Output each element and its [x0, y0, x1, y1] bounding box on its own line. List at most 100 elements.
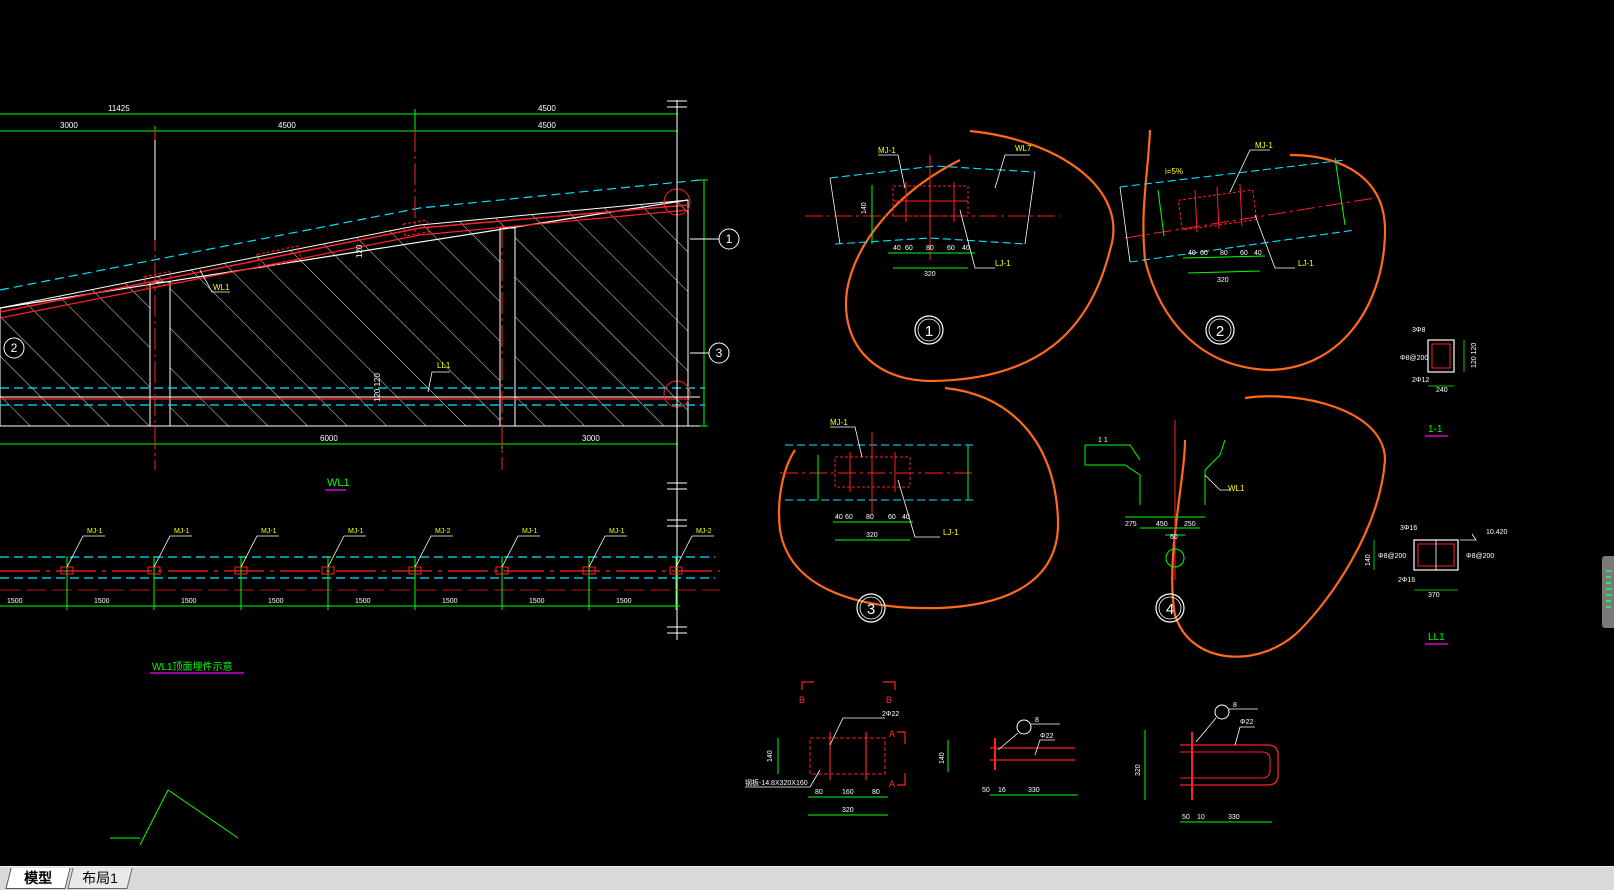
embed-leader [675, 535, 714, 568]
plate-total: 320 [842, 807, 854, 814]
s1-width: 240 [1436, 387, 1448, 394]
tab-layout-1[interactable]: 布局1 [67, 868, 133, 889]
beam-hatch [0, 199, 689, 427]
embed-plate-detail: B B A A 2Φ22 钢板-14.8X320X160 80 160 80 3… [745, 681, 906, 816]
label-wl1-callout: WL1 [213, 283, 230, 292]
dim-120-b: 120 120 [373, 373, 382, 402]
detail-2-dim-1: 40 [1188, 250, 1196, 257]
anchor-b-tag: 8 [1233, 702, 1237, 709]
side-panel-handle[interactable] [1602, 556, 1614, 628]
detail-2-number[interactable]: 2 [1216, 323, 1224, 340]
cad-drawing-canvas[interactable]: 11425 4500 3000 4500 4500 6000 3000 120 … [0, 0, 1614, 866]
detail-2-mj: MJ-1 [1255, 141, 1273, 150]
ll1-title: LL1 [1428, 632, 1445, 643]
detail-3-mj: MJ-1 [830, 418, 848, 427]
anchor-bar-a: 8 Φ22 50 16 330 140 [939, 717, 1078, 796]
embed-plan: MJ-1 1500 MJ-1 1500 MJ-1 1500 MJ-1 1500 MJ-2 1500… [0, 528, 720, 674]
section-marker-1[interactable]: 1 [726, 232, 733, 246]
ll1-top: 3Φ16 [1400, 525, 1417, 532]
ll1-width: 370 [1428, 592, 1440, 599]
embed-plan-title: WL1顶面埋件示意 [152, 660, 233, 673]
detail-3-dim-1: 40 [835, 514, 843, 521]
dim-120-a: 120 [355, 244, 364, 258]
dim-6000: 6000 [320, 434, 338, 443]
embed-plan-spacing-dim: 1500 [529, 598, 545, 605]
embed-leader [66, 535, 105, 568]
detail-3-number[interactable]: 3 [867, 601, 875, 618]
anchor-a-tag: 8 [1035, 717, 1039, 724]
detail-2: MJ-1 i=5% LJ-1 40 60 80 60 40 320 2 [1119, 129, 1387, 372]
detail-3-dim-5: 40 [902, 514, 910, 521]
plate-label-a1: A [889, 729, 895, 739]
label-ll1-callout: LL1 [437, 361, 451, 370]
elevation-title: WL1 [327, 477, 350, 489]
detail-4-label: WL1 [1228, 484, 1245, 493]
detail-3: MJ-1 LJ-1 40 60 80 60 40 320 3 [777, 386, 1060, 623]
detail-3-dim-2: 60 [845, 514, 853, 521]
anchor-b-dim-2: 10 [1197, 814, 1205, 821]
anchor-a-dim-1: 50 [982, 787, 990, 794]
detail-2-top: i=5% [1165, 167, 1183, 176]
section-1-1: 3Φ8 Φ8@200 2Φ12 240 120 120 1-1 [1400, 327, 1478, 437]
embed-leader [414, 535, 453, 568]
detail-2-dim-2: 60 [1200, 250, 1208, 257]
embed-leader [327, 535, 366, 568]
anchor-a-rebar: Φ22 [1040, 733, 1053, 740]
dim-4500-a: 4500 [538, 104, 556, 113]
detail-4-bottom: 60 [1170, 534, 1178, 541]
detail-2-dim-3: 80 [1220, 250, 1228, 257]
s1-bottom: 2Φ12 [1412, 377, 1429, 384]
embed-leader [240, 535, 279, 568]
embed-leader [588, 535, 627, 568]
detail-4-dim-3: 250 [1184, 521, 1196, 528]
embed-plan-mj-label: MJ-1 [522, 528, 538, 535]
dim-3000-a: 3000 [60, 121, 78, 130]
layout-tab-bar: 模型 布局1 [0, 866, 1614, 890]
detail-4: 275 450 250 60 1 1 WL1 4 [1084, 395, 1387, 658]
detail-1-dim-1: 40 [893, 245, 901, 252]
ll1-right: Φ8@200 [1466, 553, 1494, 560]
embed-plan-mj-label: MJ-1 [609, 528, 625, 535]
section-ll1: 3Φ16 10.420 Φ8@200 Φ8@200 2Φ16 370 140 L… [1365, 525, 1508, 645]
tab-model[interactable]: 模型 [5, 868, 71, 889]
detail-1-dim-4: 60 [947, 245, 955, 252]
embed-leader [153, 535, 192, 568]
ll1-height: 140 [1365, 554, 1372, 566]
plate-dim-3: 80 [872, 789, 880, 796]
embed-plan-spacing-dim: 1500 [94, 598, 110, 605]
s1-left: Φ8@200 [1400, 355, 1428, 362]
ll1-left: Φ8@200 [1378, 553, 1406, 560]
section-marker-2[interactable]: 2 [11, 341, 18, 355]
section-marker-3[interactable]: 3 [716, 346, 723, 360]
detail-1-top: WL7 [1015, 144, 1032, 153]
embed-plan-spacing-dim: 1500 [616, 598, 632, 605]
plate-label-b1: B [799, 695, 805, 705]
detail-1-side: 140 [861, 202, 868, 214]
embed-plan-mj-label: MJ-1 [261, 528, 277, 535]
anchor-a-dim-2: 16 [998, 787, 1006, 794]
dim-4500-c: 4500 [538, 121, 556, 130]
plate-label-b2: B [886, 695, 892, 705]
detail-1-mj: MJ-1 [878, 146, 896, 155]
detail-1-number[interactable]: 1 [925, 323, 933, 340]
embed-plan-spacing-dim: 1500 [7, 598, 23, 605]
ll1-elev: 10.420 [1486, 529, 1508, 536]
detail-1-total: 320 [924, 271, 936, 278]
plate-side: 140 [767, 750, 774, 762]
embed-plan-spacing-dim: 1500 [355, 598, 371, 605]
plate-label-a2: A [889, 779, 895, 789]
anchor-b-dim-1: 50 [1182, 814, 1190, 821]
anchor-b-side: 320 [1135, 764, 1142, 776]
beam-elevation: 11425 4500 3000 4500 4500 6000 3000 120 … [0, 100, 740, 640]
anchor-bar-b: 8 Φ22 50 10 330 320 [1135, 702, 1279, 823]
plate-dim-2: 160 [842, 789, 854, 796]
detail-1-dim-5: 40 [962, 245, 970, 252]
plate-note: 钢板-14.8X320X160 [745, 778, 808, 787]
embed-plan-mj-label: MJ-1 [348, 528, 364, 535]
plate-rebar: 2Φ22 [882, 711, 899, 718]
embed-plan-spacing-dim: 1500 [268, 598, 284, 605]
detail-4-dim-2: 450 [1156, 521, 1168, 528]
dim-4500-b: 4500 [278, 121, 296, 130]
detail-4-number[interactable]: 4 [1166, 601, 1174, 618]
dim-3000-b: 3000 [582, 434, 600, 443]
